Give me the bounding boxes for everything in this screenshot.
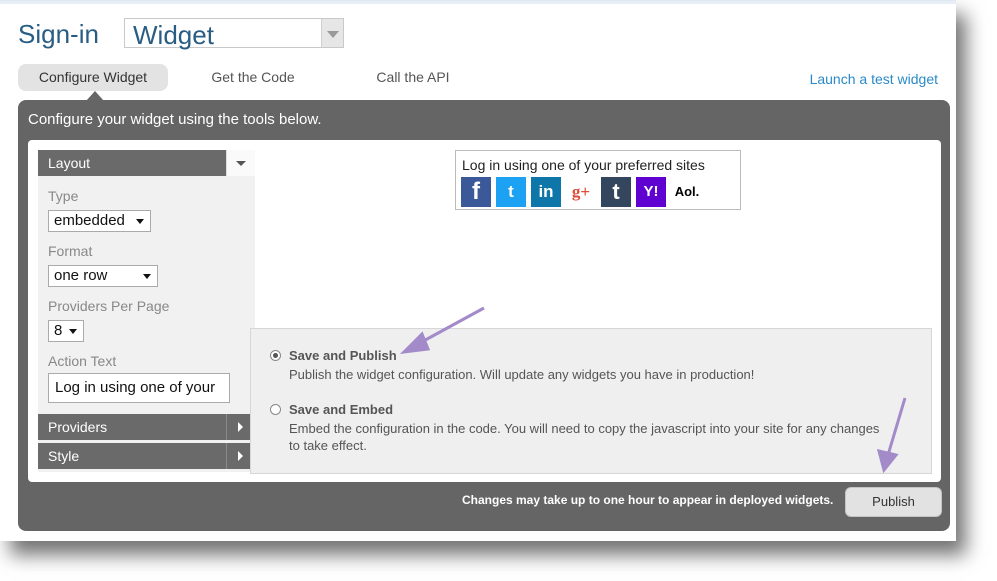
save-options-box: Save and Publish Publish the widget conf… xyxy=(250,328,932,474)
yahoo-icon[interactable]: Y! xyxy=(636,177,666,207)
providers-per-page-label: Providers Per Page xyxy=(48,298,170,314)
top-border xyxy=(0,1,956,4)
page-title: Sign-in xyxy=(18,19,99,49)
format-label: Format xyxy=(48,243,93,259)
configure-area: Layout Type embedded Format one row Prov… xyxy=(28,140,941,482)
save-and-publish-radio[interactable] xyxy=(270,350,281,361)
format-select-value: one row xyxy=(54,267,108,284)
layout-section-header[interactable]: Layout xyxy=(38,150,255,176)
configure-panel: Configure your widget using the tools be… xyxy=(18,100,950,531)
providers-section-label: Providers xyxy=(48,419,108,435)
action-text-input[interactable]: Log in using one of your xyxy=(48,373,230,403)
launch-test-widget-link[interactable]: Launch a test widget xyxy=(810,71,938,87)
format-select[interactable]: one row xyxy=(48,265,158,287)
type-select[interactable]: embedded xyxy=(48,210,151,232)
providers-per-page-select[interactable]: 8 xyxy=(48,320,84,342)
style-section-label: Style xyxy=(48,448,80,464)
caret-down-icon xyxy=(69,329,77,334)
tumblr-icon[interactable]: t xyxy=(601,177,631,207)
page-card: Sign-in Widget Configure Widget Get the … xyxy=(0,0,956,541)
settings-sidebar: Layout Type embedded Format one row Prov… xyxy=(38,150,255,472)
style-section-header[interactable]: Style xyxy=(38,443,255,469)
twitter-icon[interactable]: t xyxy=(496,177,526,207)
chevron-down-icon[interactable] xyxy=(226,150,255,176)
tab-call-the-api[interactable]: Call the API xyxy=(338,64,488,91)
widget-type-value: Widget xyxy=(133,20,214,50)
panel-heading: Configure your widget using the tools be… xyxy=(28,111,322,128)
googleplus-glyph: g+ xyxy=(566,177,596,207)
caret-down-icon xyxy=(136,219,144,224)
chevron-down-icon[interactable] xyxy=(321,19,343,47)
layout-section-label: Layout xyxy=(48,155,91,171)
save-and-embed-title[interactable]: Save and Embed xyxy=(289,402,393,417)
caret-down-icon xyxy=(143,274,151,279)
providers-section-header[interactable]: Providers xyxy=(38,414,255,440)
save-and-publish-description: Publish the widget configuration. Will u… xyxy=(289,367,755,382)
facebook-glyph: f xyxy=(461,177,491,207)
save-and-embed-description: Embed the configuration in the code. You… xyxy=(289,421,880,453)
aol-icon[interactable]: Aol. xyxy=(670,177,704,207)
aol-glyph: Aol. xyxy=(670,177,704,207)
widget-preview: Log in using one of your preferred sites… xyxy=(455,150,741,210)
tumblr-glyph: t xyxy=(601,177,631,207)
tab-configure-widget[interactable]: Configure Widget xyxy=(18,64,168,101)
save-and-publish-title[interactable]: Save and Publish xyxy=(289,348,397,363)
action-text-label: Action Text xyxy=(48,353,117,369)
type-label: Type xyxy=(48,188,79,204)
widget-type-select[interactable]: Widget xyxy=(124,18,344,50)
preview-prompt: Log in using one of your preferred sites xyxy=(462,157,705,173)
providers-per-page-value: 8 xyxy=(54,322,63,339)
linkedin-glyph: in xyxy=(531,177,561,207)
googleplus-icon[interactable]: g+ xyxy=(566,177,596,207)
save-and-embed-radio[interactable] xyxy=(270,404,281,415)
facebook-icon[interactable]: f xyxy=(461,177,491,207)
twitter-glyph: t xyxy=(496,177,526,207)
type-select-value: embedded xyxy=(54,212,125,229)
publish-button[interactable]: Publish xyxy=(845,487,942,517)
deploy-note: Changes may take up to one hour to appea… xyxy=(462,493,834,507)
tab-get-the-code[interactable]: Get the Code xyxy=(178,64,328,91)
linkedin-icon[interactable]: in xyxy=(531,177,561,207)
yahoo-glyph: Y! xyxy=(636,177,666,207)
